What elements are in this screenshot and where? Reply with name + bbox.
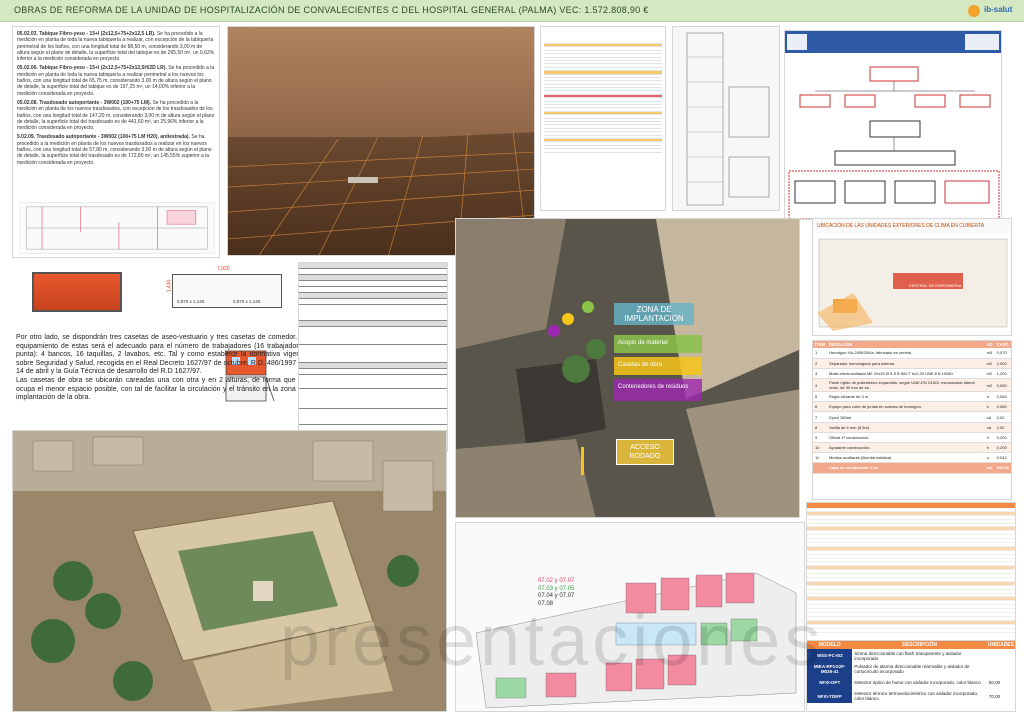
measurements-table: ÍTEM DESGLOSE UD CANT. 1 Hormigón HA-25/B… xyxy=(813,341,1011,474)
vertical-floor-plan xyxy=(672,26,780,211)
spec-item: 05.02.08. Trasdosado autoportante - 3W00… xyxy=(17,99,215,132)
measurements-table-panel: ÍTEM DESGLOSE UD CANT. 1 Hormigón HA-25/B… xyxy=(812,340,1012,500)
table-row: 11 Medios auxiliares (Bomba estática) u 0,0… xyxy=(813,452,1011,464)
table-row: NFXI-OPT Detector óptico de humo con aisl… xyxy=(807,676,1015,690)
table-total-row: Capa de compresión 5 cm m2 918,00 xyxy=(813,462,1011,474)
table-row: 6 Equipo para corte de juntas en soleras … xyxy=(813,401,1011,413)
climate-units-panel: UBICACIÓN DE LAS UNIDADES EXTERIORES DE … xyxy=(812,218,1012,336)
climate-units-title: UBICACIÓN DE LAS UNIDADES EXTERIORES DE … xyxy=(813,219,1011,233)
spec-item: 5.02.09. Trasdosado autoportante - 3W002… xyxy=(17,134,212,166)
ib-salut-logo: ib-salut xyxy=(966,2,1014,20)
hut-height-dimension: 1,430 xyxy=(166,279,173,293)
legend-item: 07.02 y 07.07 xyxy=(538,578,575,584)
table-row: WSS-PC-I02 Sirena direccionable con flash… xyxy=(807,649,1015,663)
fire-detectors-table: MODELO DESCRIPCIÓN UNIDADES WSS-PC-I02 Si… xyxy=(807,641,1015,703)
column-header: UNIDADES xyxy=(986,641,1015,649)
site-huts-paragraph: Las casetas de obra se ubicarán careadas… xyxy=(16,376,302,402)
budget-table-panel xyxy=(806,502,1016,642)
table-row: MIEA-RP1G2F-M026-41 Pulsador de alarma di… xyxy=(807,662,1015,676)
access-arrow-icon xyxy=(581,447,584,475)
page-header: OBRAS DE REFORMA DE LA UNIDAD DE HOSPITA… xyxy=(0,0,1024,22)
table-row: 10 Ayudante construcción. h 0,200 xyxy=(813,442,1011,454)
site-huts-paragraph: Por otro lado, se dispondrán tres caseta… xyxy=(16,334,302,376)
fire-detectors-panel: MODELO DESCRIPCIÓN UNIDADES WSS-PC-I02 Si… xyxy=(806,640,1016,712)
table-row: 5 Regla vibrante de 3 m. h 0,084 xyxy=(813,391,1011,403)
partition-floor-plan xyxy=(19,202,215,254)
logo-text: ib-salut xyxy=(984,5,1013,14)
vehicle-access-label: ACCESO RODADO xyxy=(616,439,674,465)
column-header: UD xyxy=(984,341,995,348)
table-row: 3 Malla electrosoldada ME 20x20 Ø 5-5 B 5… xyxy=(813,368,1011,380)
legend-waste-containers: Contenedores de residuos xyxy=(614,379,702,401)
spec-item: 05.02.06. Tabique Fibro-yeso - 15+I (2x1… xyxy=(17,65,215,97)
logo-circle-icon xyxy=(968,5,980,17)
column-header: DESCRIPCIÓN xyxy=(852,641,987,649)
detectors-header-row: MODELO DESCRIPCIÓN UNIDADES xyxy=(807,641,1015,649)
site-zone-map: ZONA DE IMPLANTACION Acopio de material … xyxy=(455,218,800,518)
hut-width-dimension: 7,920 xyxy=(217,266,230,272)
table-row: 2 Separador homologado para soleras. m2 2,0… xyxy=(813,358,1011,369)
table-row: NFXI-TDIFF Detector térmico termovelocimé… xyxy=(807,689,1015,703)
watermark-text: presentaciones xyxy=(280,601,825,681)
column-header: ÍTEM xyxy=(813,341,828,348)
site-hut-plan: 7,920 1,430 0,970 x 1,140 0,970 x 1,140 xyxy=(166,266,282,308)
site-hut-image xyxy=(32,272,122,312)
page-title: OBRAS DE REFORMA DE LA UNIDAD DE HOSPITA… xyxy=(14,5,649,15)
spec-item: 05.02.03. Tabique Fibro-yeso - 15+I (2x1… xyxy=(17,31,215,63)
column-header: CANT. xyxy=(994,341,1011,348)
zone-title: ZONA DE IMPLANTACION xyxy=(614,303,694,325)
legend-material-storage: Acopio de material xyxy=(614,335,702,353)
table-row: 1 Hormigón HA-25/B/20/IIa, fabricado en c… xyxy=(813,348,1011,359)
nursing-station-label: CENTRAL DE ENFERMERIA xyxy=(909,283,962,288)
table-row: 8 Varilla de 6 mm (6,5m) ud 2,02 xyxy=(813,422,1011,433)
measurements-header-row: ÍTEM DESGLOSE UD CANT. xyxy=(813,341,1011,348)
site-huts-panel: 7,920 1,430 0,970 x 1,140 0,970 x 1,140 … xyxy=(12,262,302,452)
column-header: DESGLOSE xyxy=(827,341,985,348)
org-chart-diagram xyxy=(785,31,1001,219)
budget-document xyxy=(540,26,666,211)
table-row: 4 Panel rígido de poliestireno expandido,… xyxy=(813,378,1011,393)
table-row: 9 Oficial 1ª construcción. h 0,200 xyxy=(813,432,1011,444)
table-row: 7 Epoxi 380ml. ud 0,02 xyxy=(813,411,1011,423)
vertical-plan-drawing xyxy=(686,32,770,206)
personnel-form xyxy=(298,262,448,452)
organization-chart xyxy=(784,30,1002,220)
specifications-panel: 05.02.03. Tabique Fibro-yeso - 15+I (2x1… xyxy=(12,26,220,258)
hut-room-label: 0,970 x 1,140 xyxy=(177,299,205,304)
hut-room-label: 0,970 x 1,140 xyxy=(233,299,261,304)
legend-site-huts: Casetas de obra xyxy=(614,357,702,375)
site-huts-description: Por otro lado, se dispondrán tres caseta… xyxy=(16,334,302,403)
legend-item: 07.03 y 07.05 xyxy=(538,585,575,592)
